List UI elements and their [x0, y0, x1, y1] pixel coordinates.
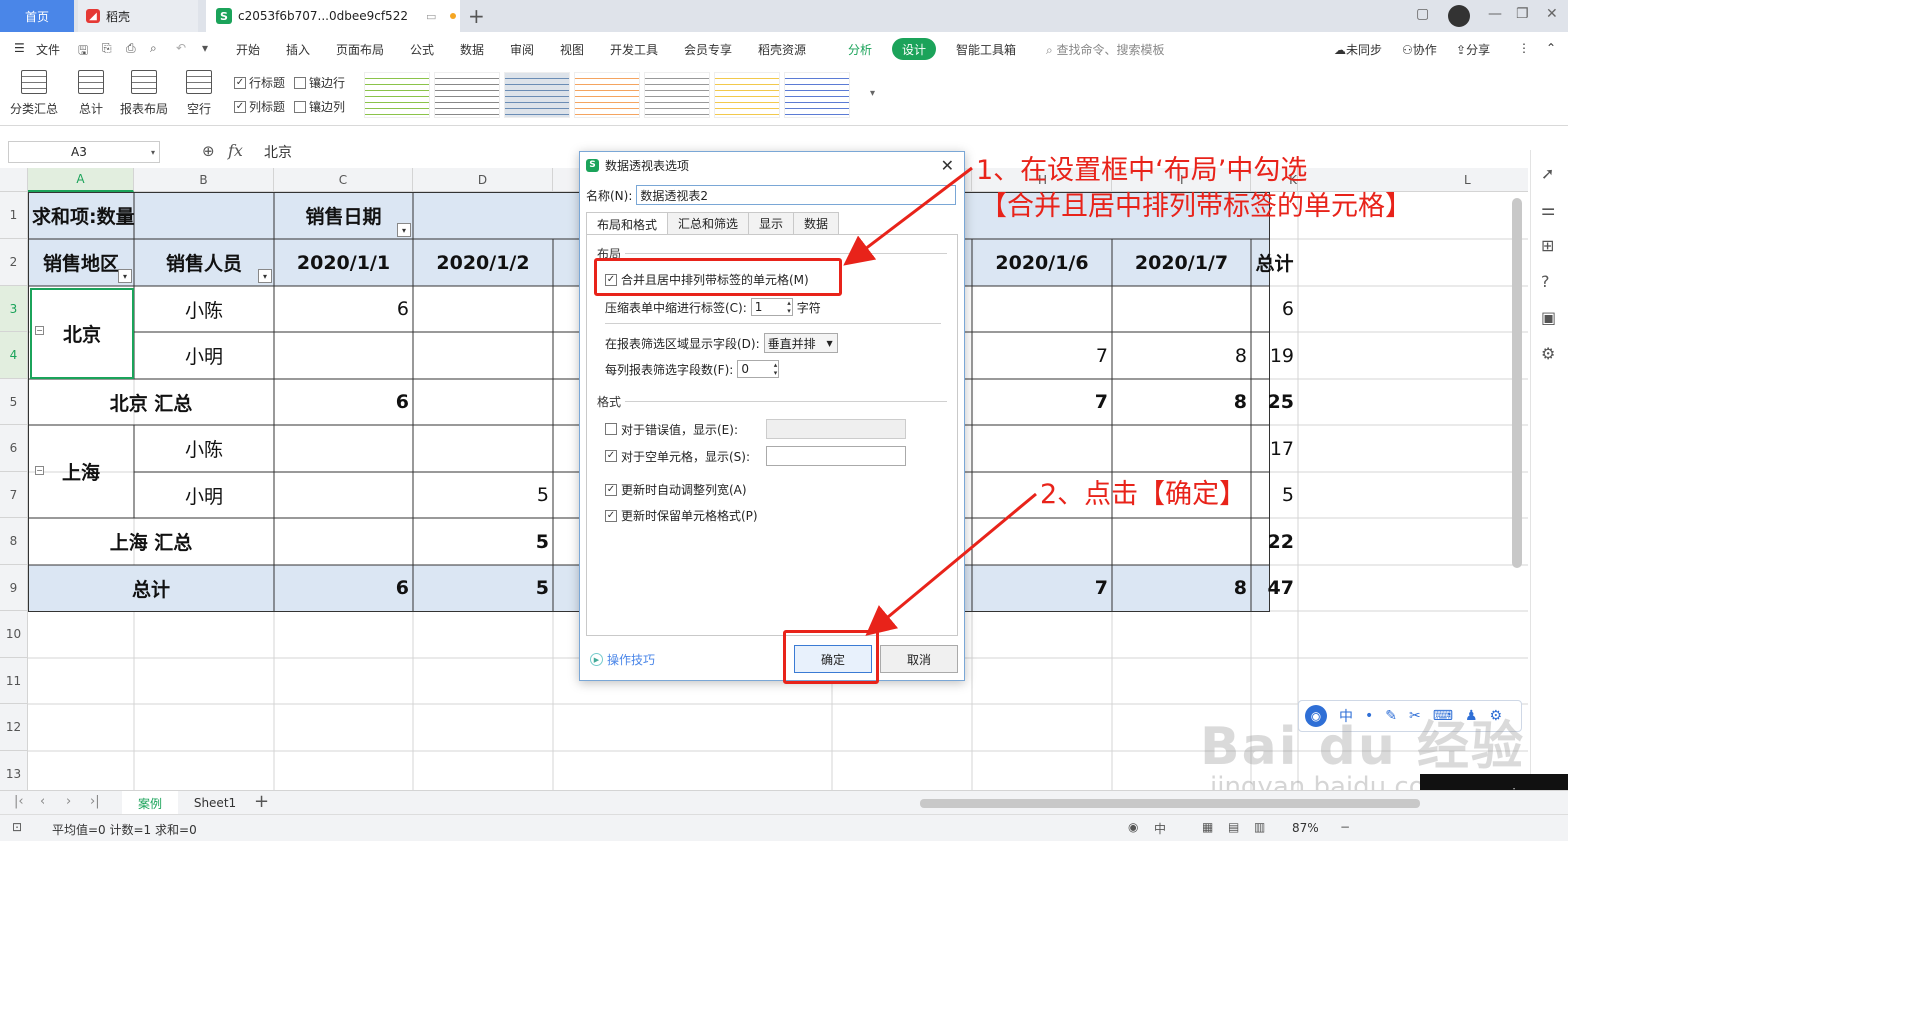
- page-layout-view-icon[interactable]: ▤: [1228, 820, 1239, 834]
- macro-icon[interactable]: ⊡: [12, 820, 22, 834]
- horizontal-scrollbar[interactable]: [920, 799, 1420, 808]
- zoom-level[interactable]: 87%: [1292, 821, 1319, 835]
- sheet-tab-sheet1[interactable]: Sheet1: [184, 791, 246, 815]
- last-sheet-icon[interactable]: ›|: [90, 794, 100, 809]
- sheet-tab-active[interactable]: 案例: [122, 791, 178, 815]
- normal-view-icon[interactable]: ▦: [1202, 820, 1213, 834]
- eye-protect-icon[interactable]: ◉: [1128, 820, 1138, 834]
- add-sheet-icon[interactable]: +: [254, 791, 269, 812]
- zoom-out-icon[interactable]: −: [1340, 820, 1350, 834]
- baidu-watermark: Bai du 经验: [1200, 717, 1525, 777]
- page-break-view-icon[interactable]: ▥: [1254, 820, 1265, 834]
- sheet-tab-bar: |‹ ‹ › ›| 案例 Sheet1 +: [0, 790, 1568, 815]
- prev-sheet-icon[interactable]: ‹: [40, 794, 45, 809]
- first-sheet-icon[interactable]: |‹: [14, 794, 24, 809]
- lang-icon[interactable]: 中: [1154, 820, 1166, 837]
- status-bar: ⊡ 平均值=0 计数=1 求和=0 ◉ 中 ▦ ▤ ▥ 87% −: [0, 814, 1568, 841]
- status-stats: 平均值=0 计数=1 求和=0: [52, 823, 197, 837]
- next-sheet-icon[interactable]: ›: [66, 794, 71, 809]
